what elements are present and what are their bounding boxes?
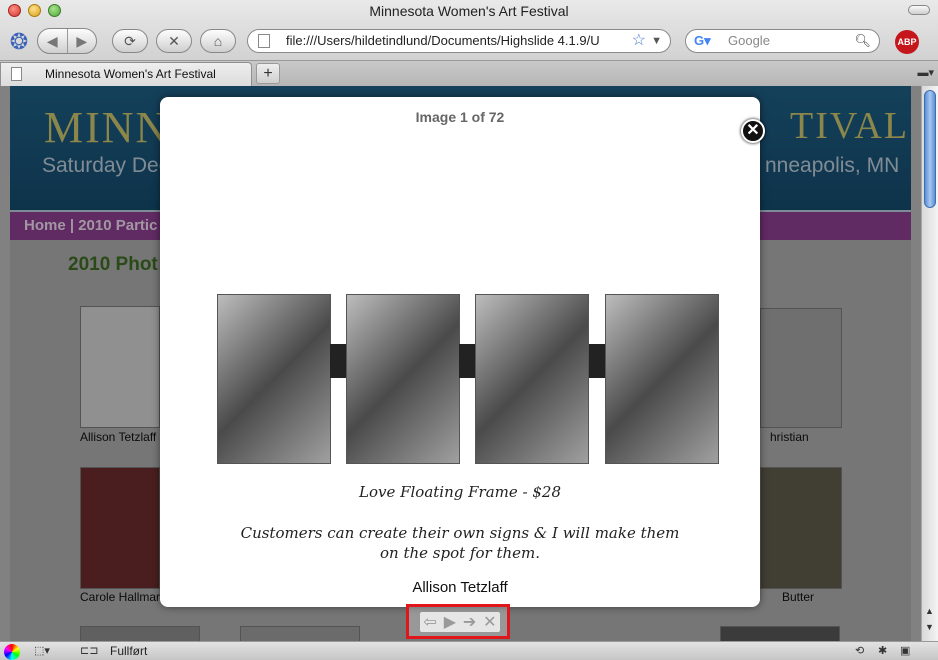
- browser-window: Minnesota Women's Art Festival ❂ ◀ ▶ ⟳ ✕…: [0, 0, 938, 660]
- page-icon: [258, 34, 270, 48]
- home-button[interactable]: ⌂: [200, 29, 236, 53]
- sync-icon[interactable]: ⟲: [855, 644, 864, 657]
- artwork-panel: [605, 294, 719, 464]
- ruler-icon[interactable]: ⊏⊐: [80, 644, 98, 657]
- search-input[interactable]: G▾ Google 🔍︎: [685, 29, 880, 53]
- scrollbar-thumb[interactable]: [924, 90, 936, 208]
- extension-icon[interactable]: ✱: [878, 644, 887, 657]
- artwork-connector: [459, 344, 475, 378]
- artwork-image[interactable]: [217, 294, 719, 466]
- previous-icon[interactable]: ⇦: [423, 612, 436, 632]
- tab-active[interactable]: Minnesota Women's Art Festival: [0, 62, 252, 86]
- back-forward-group: ◀ ▶: [37, 28, 97, 54]
- popup-close-icon[interactable]: ✕: [741, 119, 765, 143]
- artwork-panel: [346, 294, 460, 464]
- search-placeholder: Google: [728, 33, 770, 48]
- bookmark-star-icon[interactable]: ☆: [632, 30, 646, 52]
- adblock-icon[interactable]: ABP: [895, 30, 919, 54]
- tab-bar: Minnesota Women's Art Festival + ▬▾: [0, 60, 938, 86]
- close-icon[interactable]: ✕: [483, 612, 496, 632]
- url-text: file:///Users/hildetindlund/Documents/Hi…: [286, 33, 600, 48]
- artwork-connector: [589, 344, 605, 378]
- firefox-icon: ❂: [9, 29, 29, 54]
- window-title: Minnesota Women's Art Festival: [369, 3, 569, 19]
- scroll-up-icon[interactable]: ▲: [925, 606, 934, 616]
- title-toolbar: Minnesota Women's Art Festival ❂ ◀ ▶ ⟳ ✕…: [0, 0, 938, 86]
- artwork-connector: [330, 344, 346, 378]
- url-dropdown-icon[interactable]: ▼: [651, 30, 662, 52]
- next-icon[interactable]: ➔: [463, 612, 476, 632]
- stop-button[interactable]: ✕: [156, 29, 192, 53]
- status-bar: ⬚▾ ⊏⊐ Fullført ⟲ ✱ ▣: [0, 641, 938, 660]
- reload-button[interactable]: ⟳: [112, 29, 148, 53]
- tab-label: Minnesota Women's Art Festival: [45, 67, 216, 81]
- scroll-down-icon[interactable]: ▼: [925, 622, 934, 632]
- caption-title: Love Floating Frame - $28: [358, 483, 561, 501]
- address-bar[interactable]: file:///Users/hildetindlund/Documents/Hi…: [247, 29, 671, 53]
- artist-name: Allison Tetzlaff: [412, 579, 508, 596]
- tab-page-icon: [11, 67, 22, 81]
- tab-list-icon[interactable]: ▬▾: [917, 66, 934, 79]
- vertical-scrollbar[interactable]: ▲ ▼: [921, 86, 938, 641]
- selection-tool-icon[interactable]: ⬚▾: [34, 644, 50, 657]
- status-text: Fullført: [110, 644, 148, 658]
- image-popup: Image 1 of 72 Love Floating Frame - $28 …: [160, 97, 760, 607]
- image-counter: Image 1 of 72: [415, 109, 505, 125]
- back-button[interactable]: ◀: [38, 29, 68, 53]
- artwork-panel: [217, 294, 331, 464]
- play-icon[interactable]: ▶: [444, 612, 456, 632]
- highlight-box: ⇦ ▶ ➔ ✕: [406, 604, 510, 639]
- caption-text: Customers can create their own signs & I…: [160, 523, 760, 563]
- slideshow-controls: ⇦ ▶ ➔ ✕: [420, 612, 500, 632]
- caption-line: Customers can create their own signs & I…: [240, 524, 680, 542]
- new-tab-button[interactable]: +: [256, 63, 280, 84]
- caption-line: on the spot for them.: [380, 544, 540, 562]
- search-icon[interactable]: 🔍︎: [854, 30, 871, 52]
- tv-icon[interactable]: ▣: [900, 644, 910, 657]
- google-icon[interactable]: G▾: [694, 33, 712, 49]
- forward-button[interactable]: ▶: [68, 29, 97, 53]
- artwork-panel: [475, 294, 589, 464]
- toolbar-toggle-button[interactable]: [908, 5, 930, 15]
- color-wheel-icon[interactable]: [4, 644, 20, 660]
